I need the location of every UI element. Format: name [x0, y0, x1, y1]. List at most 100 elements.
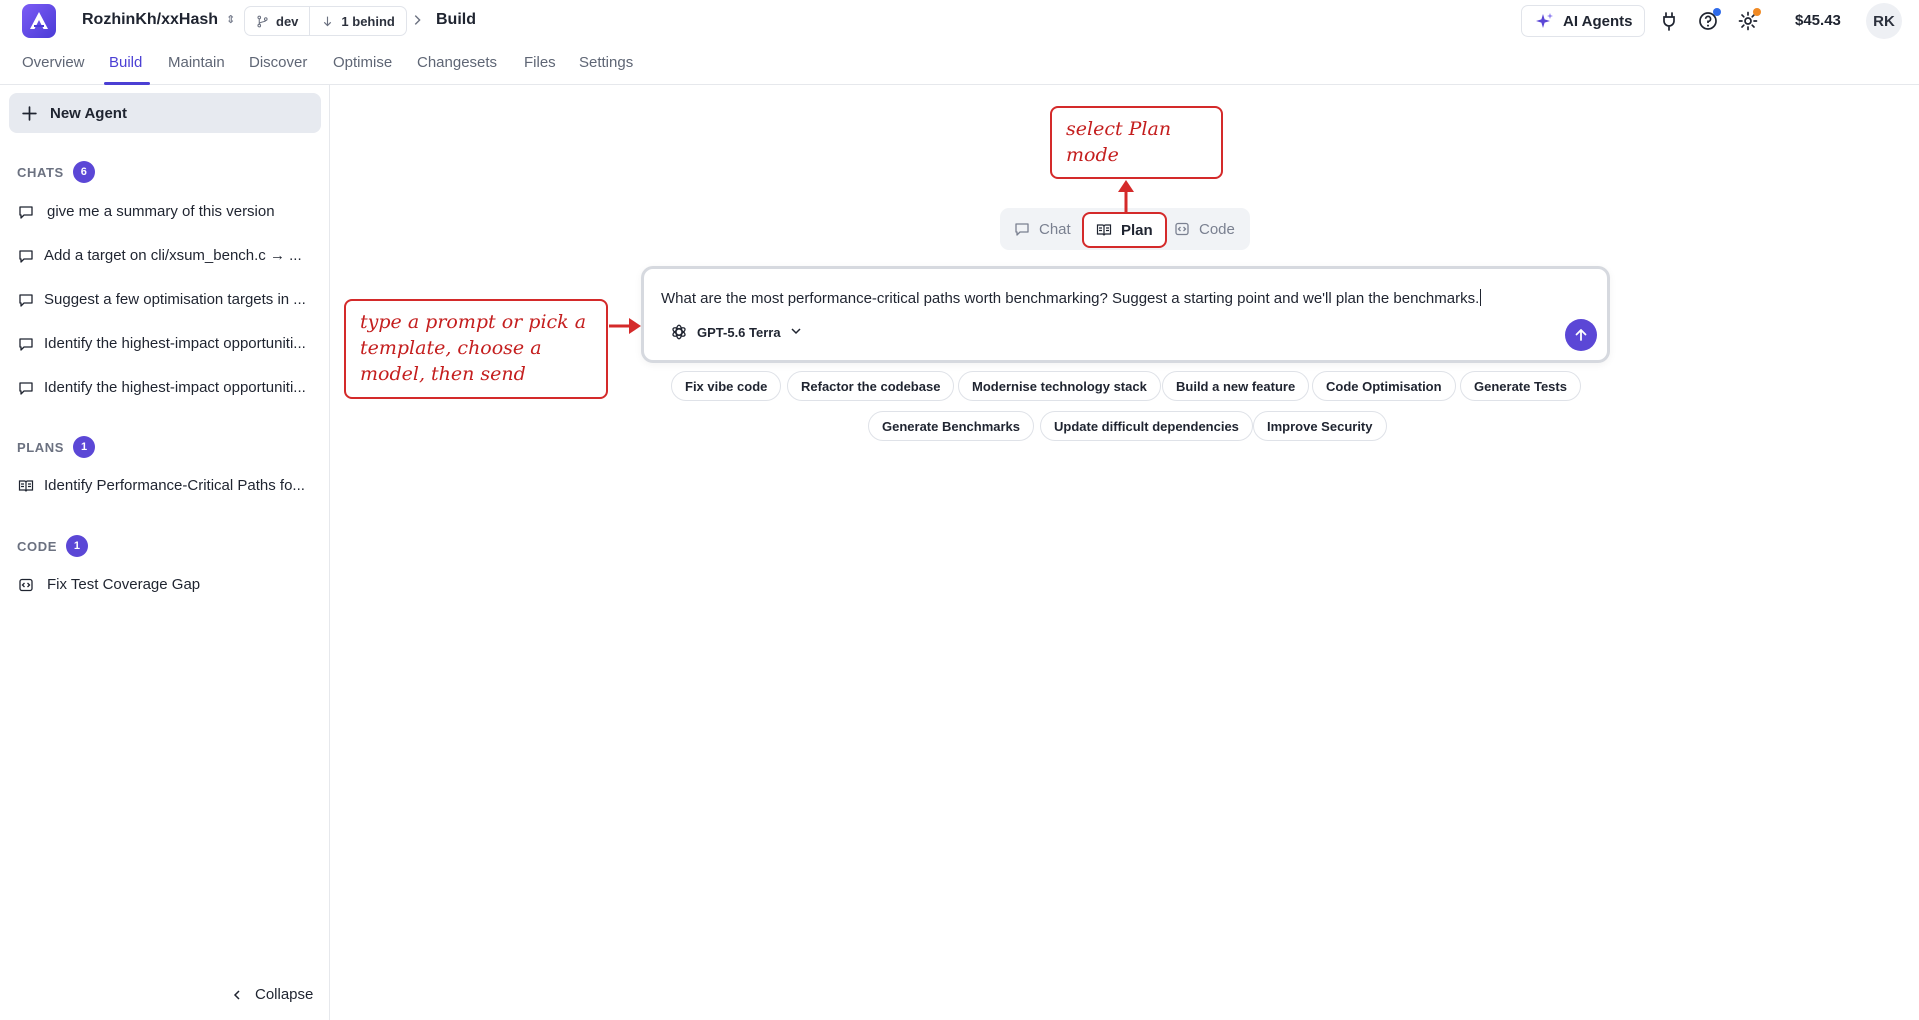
plus-icon: [22, 105, 37, 121]
sparkle-icon: [1536, 13, 1553, 28]
chat-item[interactable]: Suggest a few optimisation targets in ..…: [18, 291, 318, 308]
chats-section-header: CHATS 6: [17, 161, 95, 183]
tab-files[interactable]: Files: [524, 54, 556, 71]
chat-bubble-icon: [19, 293, 33, 307]
repo-name: RozhinKh/xxHash: [82, 11, 219, 28]
annotation-plan-note: select Plan mode: [1050, 106, 1223, 179]
section-title: PLANS: [17, 439, 65, 455]
app-logo[interactable]: [22, 4, 56, 38]
code-icon: [1175, 222, 1189, 236]
tab-build[interactable]: Build: [109, 54, 142, 71]
collapse-button[interactable]: Collapse: [231, 986, 313, 1003]
prompt-text-wrapper[interactable]: What are the most performance-critical p…: [661, 289, 1482, 307]
count-badge: 1: [65, 535, 88, 557]
chat-bubble-icon: [19, 337, 33, 351]
chat-item-label: Identify the highest-impact opportuniti.…: [44, 335, 306, 352]
credit-balance: $45.43: [1795, 12, 1841, 29]
tab-settings[interactable]: Settings: [579, 54, 633, 71]
mode-chat-label: Chat: [1039, 220, 1071, 238]
mode-plan-label: Plan: [1121, 221, 1153, 239]
repo-selector[interactable]: RozhinKh/xxHash ⇕: [82, 11, 235, 29]
section-title: CODE: [17, 538, 57, 554]
count-badge: 6: [72, 161, 95, 183]
chat-item-label: Add a target on cli/xsum_bench.c → ...: [44, 247, 302, 264]
code-item-label: Fix Test Coverage Gap: [47, 576, 201, 593]
tab-optimise[interactable]: Optimise: [333, 54, 392, 71]
branch-name: dev: [276, 13, 299, 29]
avatar[interactable]: RK: [1866, 3, 1902, 39]
annotation-arrow-up: [1118, 180, 1134, 212]
annotation-arrow-right: [609, 318, 641, 334]
chat-bubble-icon: [19, 249, 33, 263]
template-chip[interactable]: Generate Tests: [1460, 371, 1581, 401]
model-selector[interactable]: GPT-5.6 Terra: [670, 323, 802, 341]
send-button[interactable]: [1565, 319, 1597, 351]
plan-item-label: Identify Performance-Critical Paths fo..…: [44, 477, 305, 494]
template-chip[interactable]: Modernise technology stack: [958, 371, 1161, 401]
behind-indicator[interactable]: 1 behind: [309, 7, 405, 35]
tab-discover[interactable]: Discover: [249, 54, 307, 71]
section-title: CHATS: [17, 164, 64, 180]
top-bar: RozhinKh/xxHash ⇕ dev 1 behind Build AI …: [0, 0, 1919, 42]
template-chip[interactable]: Update difficult dependencies: [1040, 411, 1253, 441]
chat-item-label: give me a summary of this version: [47, 203, 275, 220]
chat-bubble-icon: [19, 381, 33, 395]
template-chip[interactable]: Fix vibe code: [671, 371, 782, 401]
prompt-text: What are the most performance-critical p…: [661, 290, 1480, 307]
chat-item[interactable]: Add a target on cli/xsum_bench.c → ...: [18, 247, 318, 264]
book-icon: [18, 479, 34, 492]
main-nav: Overview Build Maintain Discover Optimis…: [0, 42, 1919, 85]
sidebar: New Agent CHATS 6 give me a summary of t…: [0, 85, 330, 1020]
tab-changesets[interactable]: Changesets: [417, 54, 497, 71]
prompt-input[interactable]: What are the most performance-critical p…: [641, 266, 1610, 363]
template-chip[interactable]: Build a new feature: [1162, 371, 1310, 401]
mode-code-label: Code: [1199, 220, 1235, 238]
template-chip[interactable]: Code Optimisation: [1312, 371, 1456, 401]
new-agent-button[interactable]: New Agent: [9, 93, 321, 133]
chat-bubble-icon: [1015, 223, 1029, 236]
code-item[interactable]: Fix Test Coverage Gap: [18, 576, 318, 593]
chevron-right-icon: [410, 13, 424, 30]
plans-section-header: PLANS 1: [17, 436, 96, 458]
book-icon: [1096, 224, 1112, 236]
tab-overview[interactable]: Overview: [22, 54, 85, 71]
chevron-down-icon: [790, 325, 802, 340]
chat-bubble-icon: [19, 205, 33, 219]
gear-icon[interactable]: [1736, 8, 1761, 33]
behind-count: 1 behind: [341, 13, 395, 29]
ai-agents-button[interactable]: AI Agents: [1521, 5, 1645, 37]
branch-selector[interactable]: dev: [245, 7, 309, 35]
breadcrumb-current: Build: [436, 11, 476, 28]
chat-item[interactable]: Identify the highest-impact opportuniti.…: [18, 379, 318, 396]
git-branch-icon: [257, 15, 268, 27]
notification-dot: [1753, 8, 1761, 16]
branch-status: dev 1 behind: [244, 6, 407, 36]
notification-dot: [1713, 8, 1721, 16]
openai-icon: [672, 324, 686, 340]
mode-code[interactable]: Code: [1174, 208, 1235, 250]
chat-item[interactable]: give me a summary of this version: [18, 203, 318, 220]
plan-item[interactable]: Identify Performance-Critical Paths fo..…: [18, 477, 318, 494]
arrow-up-icon: [1575, 329, 1587, 341]
template-chip[interactable]: Refactor the codebase: [787, 371, 955, 401]
chat-item-label: Identify the highest-impact opportuniti.…: [44, 379, 306, 396]
tab-maintain[interactable]: Maintain: [168, 54, 225, 71]
updown-chevron-icon: ⇕: [226, 13, 236, 26]
template-chip[interactable]: Generate Benchmarks: [868, 411, 1035, 441]
chat-item-label: Suggest a few optimisation targets in ..…: [44, 291, 306, 308]
mode-switcher: Chat Plan Code: [1000, 208, 1250, 250]
arrow-down-icon: [324, 16, 332, 26]
mode-chat[interactable]: Chat: [1014, 208, 1071, 250]
mode-plan[interactable]: Plan: [1082, 212, 1167, 248]
help-icon[interactable]: [1696, 8, 1721, 33]
template-chip[interactable]: Improve Security: [1253, 411, 1387, 441]
model-name: GPT-5.6 Terra: [697, 324, 781, 340]
collapse-label: Collapse: [255, 986, 314, 1003]
plug-icon[interactable]: [1657, 9, 1681, 33]
chevron-left-icon: [233, 989, 240, 1000]
chat-item[interactable]: Identify the highest-impact opportuniti.…: [18, 335, 318, 352]
new-agent-label: New Agent: [50, 104, 127, 122]
annotation-prompt-note: type a prompt or pick a template, choose…: [344, 299, 608, 399]
text-caret: [1480, 289, 1482, 306]
code-section-header: CODE 1: [17, 535, 88, 557]
